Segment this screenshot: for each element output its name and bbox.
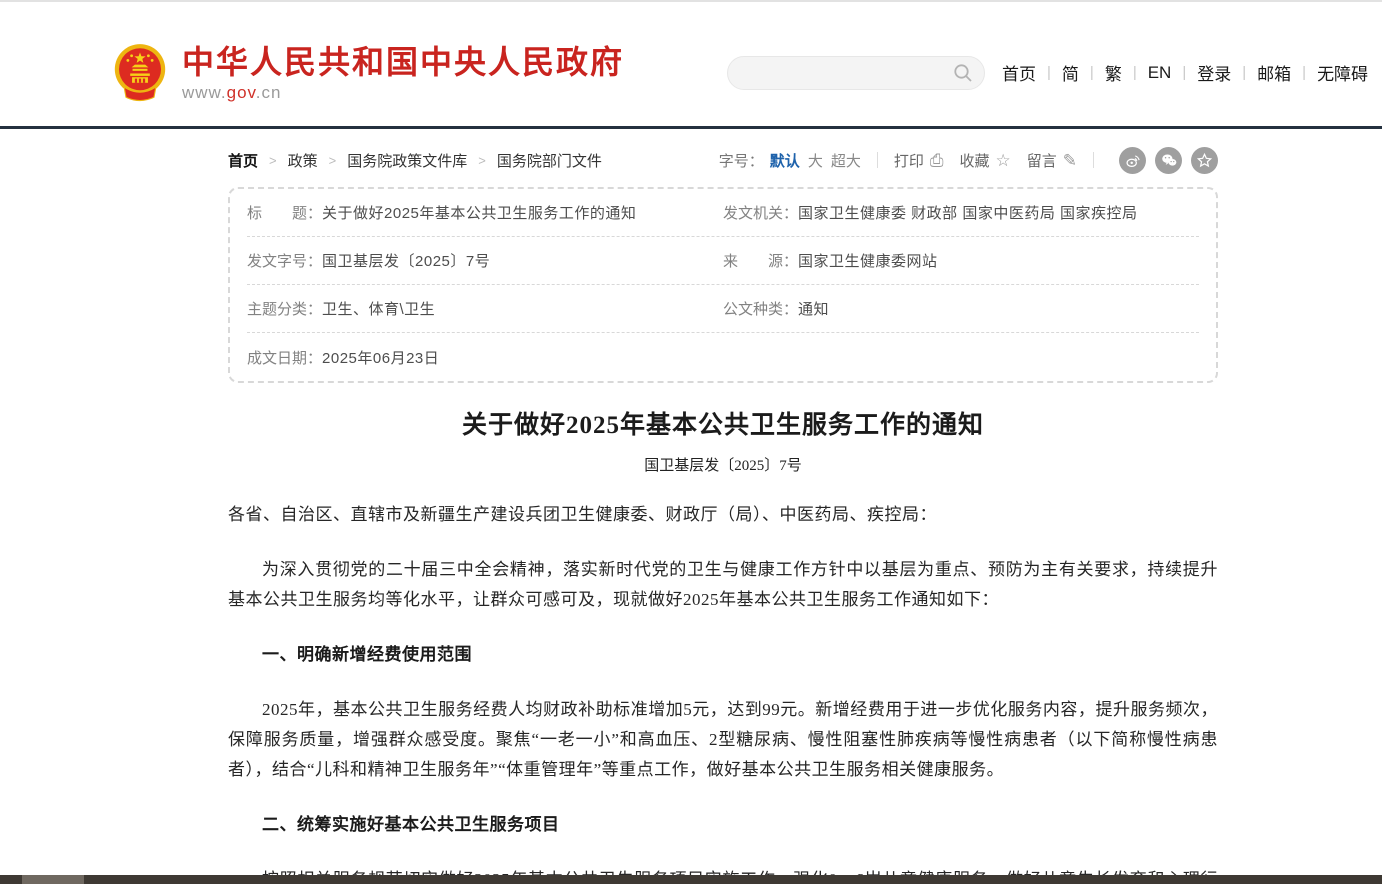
meta-cell-right: 公文种类：通知 <box>723 298 1199 319</box>
weibo-icon <box>1124 152 1141 169</box>
nav-link-登录[interactable]: 登录 <box>1195 60 1233 85</box>
site-logo-link[interactable]: 中华人民共和国中央人民政府 www.gov.cn <box>112 42 624 104</box>
nav-link-无障碍[interactable]: 无障碍 <box>1315 60 1370 85</box>
fontsize-option-超大[interactable]: 超大 <box>831 150 861 171</box>
meta-cell-right: 发文机关：国家卫生健康委 财政部 国家中医药局 国家疾控局 <box>723 202 1199 223</box>
document-body: 各省、自治区、直辖市及新疆生产建设兵团卫生健康委、财政厅（局）、中医药局、疾控局… <box>228 500 1218 884</box>
star-icon: ☆ <box>995 152 1010 169</box>
favorites-share-button[interactable] <box>1191 147 1218 174</box>
site-identity: 中华人民共和国中央人民政府 www.gov.cn <box>182 44 624 103</box>
meta-row: 发文字号：国卫基层发〔2025〕7号来 源：国家卫生健康委网站 <box>247 237 1199 285</box>
breadcrumb-item[interactable]: 首页 <box>228 150 258 171</box>
meta-label: 标 题： <box>247 202 322 223</box>
main-content: 首页 > 政策 > 国务院政策文件库 > 国务院部门文件 字号： 默认大超大 打印 ⎙ 收藏 ☆ 留… <box>228 147 1218 884</box>
search-box <box>727 56 985 90</box>
document-number: 国卫基层发〔2025〕7号 <box>228 454 1218 475</box>
toolbar-separator <box>1093 152 1094 168</box>
nav-separator: | <box>1090 64 1094 81</box>
meta-cell-left: 主题分类：卫生、体育\卫生 <box>247 298 723 319</box>
nav-link-简[interactable]: 简 <box>1060 60 1081 85</box>
meta-label: 发文机关： <box>723 202 798 223</box>
meta-value: 2025年06月23日 <box>322 347 439 368</box>
national-emblem-icon <box>112 42 168 104</box>
meta-label: 发文字号： <box>247 250 322 271</box>
nav-link-繁[interactable]: 繁 <box>1103 60 1124 85</box>
meta-cell-right: 来 源：国家卫生健康委网站 <box>723 250 1199 271</box>
page: 中华人民共和国中央人民政府 www.gov.cn 首页 | 简 | 繁 | EN | 登录 | 邮箱… <box>0 0 1382 884</box>
meta-label: 主题分类： <box>247 298 322 319</box>
meta-cell-left: 发文字号：国卫基层发〔2025〕7号 <box>247 250 723 271</box>
meta-cell-left: 标 题：关于做好2025年基本公共卫生服务工作的通知 <box>247 202 723 223</box>
search-input[interactable] <box>727 56 985 90</box>
nav-separator: | <box>1242 64 1246 81</box>
paragraph-body: 2025年，基本公共卫生服务经费人均财政补助标准增加5元，达到99元。新增经费用… <box>228 695 1218 785</box>
meta-row: 成文日期：2025年06月23日 <box>247 333 1199 381</box>
toolbar-actions: 打印 ⎙ 收藏 ☆ 留言 ✎ <box>894 150 1077 171</box>
breadcrumb-item[interactable]: 国务院政策文件库 <box>347 150 467 171</box>
留言-button[interactable]: 留言 ✎ <box>1027 150 1077 171</box>
site-title: 中华人民共和国中央人民政府 <box>182 44 624 80</box>
site-url: www.gov.cn <box>182 83 624 103</box>
breadcrumb-separator: > <box>329 153 337 168</box>
meta-row: 标 题：关于做好2025年基本公共卫生服务工作的通知发文机关：国家卫生健康委 财… <box>247 189 1199 237</box>
wechat-icon <box>1160 151 1178 169</box>
meta-value: 国卫基层发〔2025〕7号 <box>322 250 490 271</box>
breadcrumb-item[interactable]: 国务院部门文件 <box>497 150 602 171</box>
paragraph-body: 为深入贯彻党的二十届三中全会精神，落实新时代党的卫生与健康工作方针中以基层为重点… <box>228 555 1218 615</box>
fontsize-label: 字号： <box>719 150 764 171</box>
breadcrumb-item[interactable]: 政策 <box>288 150 318 171</box>
收藏-button[interactable]: 收藏 ☆ <box>959 150 1010 171</box>
document-title: 关于做好2025年基本公共卫生服务工作的通知 <box>228 405 1218 441</box>
action-label: 收藏 <box>959 150 989 171</box>
meta-value: 国家卫生健康委 财政部 国家中医药局 国家疾控局 <box>798 202 1138 223</box>
bottom-bar <box>0 875 1382 884</box>
nav-separator: | <box>1182 64 1186 81</box>
meta-label: 来 源： <box>723 250 798 271</box>
fontsize-option-默认[interactable]: 默认 <box>770 150 800 171</box>
meta-value: 国家卫生健康委网站 <box>798 250 938 271</box>
nav-link-EN[interactable]: EN <box>1146 63 1174 83</box>
printer-icon: ⎙ <box>930 152 944 169</box>
paragraph-heading: 二、统筹实施好基本公共卫生服务项目 <box>228 810 1218 840</box>
breadcrumb-separator: > <box>269 153 277 168</box>
top-nav: 首页 | 简 | 繁 | EN | 登录 | 邮箱 | 无障碍 <box>1000 60 1370 85</box>
toolbar-separator <box>877 152 878 168</box>
nav-separator: | <box>1302 64 1306 81</box>
nav-separator: | <box>1047 64 1051 81</box>
打印-button[interactable]: 打印 ⎙ <box>894 150 944 171</box>
wechat-share-button[interactable] <box>1155 147 1182 174</box>
pencil-icon: ✎ <box>1063 152 1077 169</box>
nav-link-邮箱[interactable]: 邮箱 <box>1255 60 1293 85</box>
nav-link-首页[interactable]: 首页 <box>1000 60 1038 85</box>
weibo-share-button[interactable] <box>1119 147 1146 174</box>
fontsize-options: 默认大超大 <box>764 150 861 171</box>
meta-value: 通知 <box>798 298 829 319</box>
toolbar: 字号： 默认大超大 打印 ⎙ 收藏 ☆ 留言 ✎ <box>719 147 1218 174</box>
meta-value: 关于做好2025年基本公共卫生服务工作的通知 <box>322 202 636 223</box>
breadcrumb-separator: > <box>478 153 486 168</box>
document-meta-table: 标 题：关于做好2025年基本公共卫生服务工作的通知发文机关：国家卫生健康委 财… <box>228 187 1218 383</box>
search-icon[interactable] <box>953 63 973 83</box>
meta-cell-left: 成文日期：2025年06月23日 <box>247 347 723 368</box>
fontsize-option-大[interactable]: 大 <box>808 150 823 171</box>
star-badge-icon <box>1196 152 1213 169</box>
action-label: 打印 <box>894 150 924 171</box>
meta-label: 成文日期： <box>247 347 322 368</box>
paragraph-heading: 一、明确新增经费使用范围 <box>228 640 1218 670</box>
site-header: 中华人民共和国中央人民政府 www.gov.cn 首页 | 简 | 繁 | EN | 登录 | 邮箱… <box>0 0 1382 126</box>
meta-label: 公文种类： <box>723 298 798 319</box>
bottom-bar-segment[interactable] <box>22 875 84 884</box>
header-divider <box>0 126 1382 129</box>
meta-value: 卫生、体育\卫生 <box>322 298 435 319</box>
action-label: 留言 <box>1027 150 1057 171</box>
paragraph-salutation: 各省、自治区、直辖市及新疆生产建设兵团卫生健康委、财政厅（局）、中医药局、疾控局… <box>228 500 1218 530</box>
nav-separator: | <box>1133 64 1137 81</box>
breadcrumb: 首页 > 政策 > 国务院政策文件库 > 国务院部门文件 <box>228 150 602 171</box>
meta-row: 主题分类：卫生、体育\卫生公文种类：通知 <box>247 285 1199 333</box>
